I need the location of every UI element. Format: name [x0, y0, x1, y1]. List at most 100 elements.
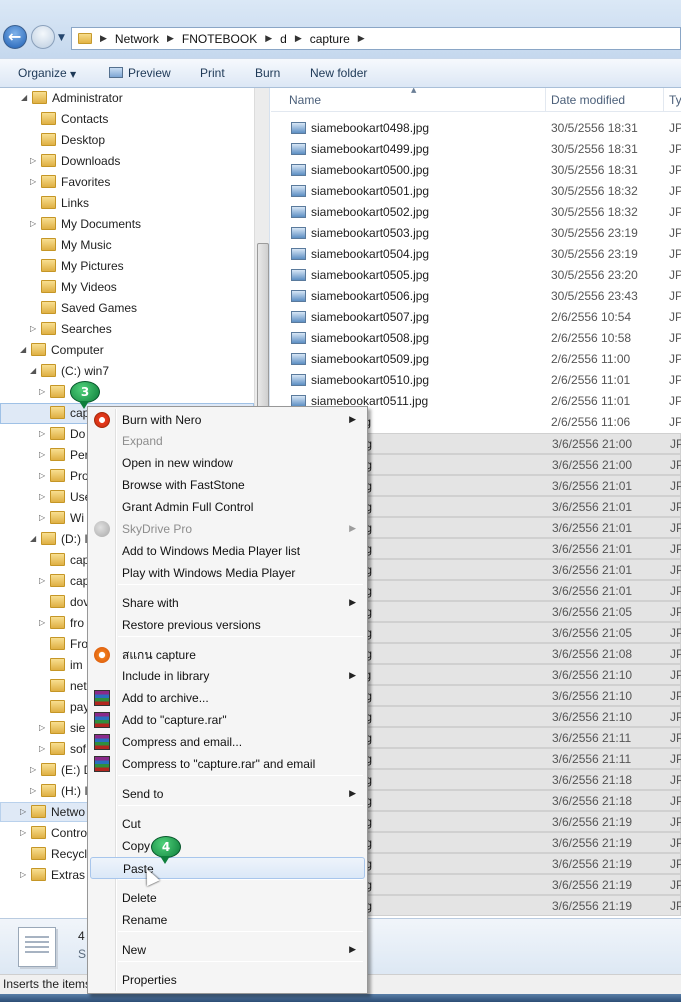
- menu-item-add-to-windows-media-player-list[interactable]: Add to Windows Media Player list: [90, 540, 365, 562]
- file-row[interactable]: siamebookart0500.jpg 30/5/2556 18:31 JP: [285, 160, 681, 181]
- nav-item-label: Recycl: [51, 847, 88, 861]
- expanded-arrow-icon[interactable]: ◢: [30, 361, 36, 381]
- print-button[interactable]: Print: [200, 66, 225, 80]
- file-row[interactable]: siamebookart0510.jpg 2/6/2556 11:01 JP: [285, 370, 681, 391]
- collapsed-arrow-icon[interactable]: ▷: [20, 823, 26, 843]
- menu-item-play-with-windows-media-player[interactable]: Play with Windows Media Player: [90, 562, 365, 584]
- menu-item-browse-with-faststone[interactable]: Browse with FastStone: [90, 474, 365, 496]
- nav-item[interactable]: Contacts: [0, 109, 254, 129]
- collapsed-arrow-icon[interactable]: ▷: [30, 760, 36, 780]
- nav-item[interactable]: ▷ Searches: [0, 319, 254, 339]
- menu-item-delete[interactable]: Delete: [90, 887, 365, 909]
- menu-item-add-to-archive[interactable]: Add to archive...: [90, 687, 365, 709]
- collapsed-arrow-icon[interactable]: ▷: [39, 571, 45, 591]
- back-button[interactable]: [3, 25, 27, 49]
- menu-item-cut[interactable]: Cut: [90, 813, 365, 835]
- menu-item-open-in-new-window[interactable]: Open in new window: [90, 452, 365, 474]
- menu-item-compress-to-capture-rar-and-email[interactable]: Compress to "capture.rar" and email: [90, 753, 365, 775]
- menu-item-send-to[interactable]: Send to ▶: [90, 783, 365, 805]
- collapsed-arrow-icon[interactable]: ▷: [30, 214, 36, 234]
- menu-item-properties[interactable]: Properties: [90, 969, 365, 991]
- file-row[interactable]: siamebookart0505.jpg 30/5/2556 23:20 JP: [285, 265, 681, 286]
- breadcrumb-d[interactable]: d: [280, 32, 287, 46]
- nav-item[interactable]: Saved Games: [0, 298, 254, 318]
- collapsed-arrow-icon[interactable]: ▷: [30, 319, 36, 339]
- nav-item[interactable]: ▷: [0, 382, 254, 402]
- nav-scrollbar-thumb[interactable]: [257, 243, 269, 433]
- breadcrumb-network[interactable]: Network: [115, 32, 159, 46]
- burn-button[interactable]: Burn: [255, 66, 280, 80]
- file-row[interactable]: siamebookart0502.jpg 30/5/2556 18:32 JP: [285, 202, 681, 223]
- breadcrumb-fnotebook[interactable]: FNOTEBOOK: [182, 32, 257, 46]
- nav-item[interactable]: My Music: [0, 235, 254, 255]
- collapsed-arrow-icon[interactable]: ▷: [39, 739, 45, 759]
- file-row[interactable]: siamebookart0504.jpg 30/5/2556 23:19 JP: [285, 244, 681, 265]
- collapsed-arrow-icon[interactable]: ▷: [39, 487, 45, 507]
- collapsed-arrow-icon[interactable]: ▷: [39, 424, 45, 444]
- collapsed-arrow-icon[interactable]: ▷: [20, 865, 26, 885]
- menu-item-paste[interactable]: Paste: [90, 857, 365, 879]
- file-row[interactable]: siamebookart0499.jpg 30/5/2556 18:31 JP: [285, 139, 681, 160]
- file-row[interactable]: siamebookart0501.jpg 30/5/2556 18:32 JP: [285, 181, 681, 202]
- nav-item[interactable]: ▷ My Documents: [0, 214, 254, 234]
- file-row[interactable]: siamebookart0503.jpg 30/5/2556 23:19 JP: [285, 223, 681, 244]
- menu-item-add-to-capture-rar[interactable]: Add to "capture.rar": [90, 709, 365, 731]
- preview-button[interactable]: Preview: [109, 66, 171, 80]
- address-path-box[interactable]: ▶ Network ▶ FNOTEBOOK ▶ d ▶ capture ▶: [71, 27, 681, 50]
- file-row[interactable]: siamebookart0507.jpg 2/6/2556 10:54 JP: [285, 307, 681, 328]
- collapsed-arrow-icon[interactable]: ▷: [39, 382, 45, 402]
- file-date-modified: 3/6/2556 21:19: [552, 815, 633, 829]
- collapsed-arrow-icon[interactable]: ▷: [39, 508, 45, 528]
- chevron-right-icon[interactable]: ▶: [265, 34, 272, 44]
- menu-item-restore-previous-versions[interactable]: Restore previous versions: [90, 614, 365, 636]
- collapsed-arrow-icon[interactable]: ▷: [39, 613, 45, 633]
- expanded-arrow-icon[interactable]: ◢: [20, 340, 26, 360]
- nav-item[interactable]: ▷ Favorites: [0, 172, 254, 192]
- chevron-right-icon[interactable]: ▶: [295, 34, 302, 44]
- collapsed-arrow-icon[interactable]: ▷: [20, 802, 26, 822]
- nav-item[interactable]: ◢ Computer: [0, 340, 254, 360]
- nav-item[interactable]: My Videos: [0, 277, 254, 297]
- expanded-arrow-icon[interactable]: ◢: [21, 88, 27, 108]
- expanded-arrow-icon[interactable]: ◢: [30, 529, 36, 549]
- menu-item-include-in-library[interactable]: Include in library ▶: [90, 665, 365, 687]
- nav-item[interactable]: Desktop: [0, 130, 254, 150]
- menu-item-rename[interactable]: Rename: [90, 909, 365, 931]
- menu-item-burn-with-nero[interactable]: Burn with Nero ▶: [90, 409, 365, 431]
- menu-item-grant-admin-full-control[interactable]: Grant Admin Full Control: [90, 496, 365, 518]
- collapsed-arrow-icon[interactable]: ▷: [30, 151, 36, 171]
- nav-item[interactable]: Links: [0, 193, 254, 213]
- menu-item-capture[interactable]: สแกน capture: [90, 644, 365, 666]
- file-row[interactable]: siamebookart0508.jpg 2/6/2556 10:58 JP: [285, 328, 681, 349]
- menu-item-copy[interactable]: Copy: [90, 835, 365, 857]
- breadcrumb-capture[interactable]: capture: [310, 32, 350, 46]
- nav-item[interactable]: ◢ Administrator: [0, 88, 254, 108]
- nav-item[interactable]: ▷ Downloads: [0, 151, 254, 171]
- nav-item[interactable]: My Pictures: [0, 256, 254, 276]
- column-divider[interactable]: [663, 88, 664, 112]
- chevron-right-icon[interactable]: ▶: [167, 34, 174, 44]
- column-header-type[interactable]: Ty: [669, 93, 681, 107]
- chevron-right-icon[interactable]: ▶: [358, 34, 365, 44]
- new-folder-button[interactable]: New folder: [310, 66, 367, 80]
- menu-item-share-with[interactable]: Share with ▶: [90, 592, 365, 614]
- collapsed-arrow-icon[interactable]: ▷: [39, 466, 45, 486]
- collapsed-arrow-icon[interactable]: ▷: [30, 781, 36, 801]
- file-row[interactable]: siamebookart0506.jpg 30/5/2556 23:43 JP: [285, 286, 681, 307]
- file-row[interactable]: siamebookart0509.jpg 2/6/2556 11:00 JP: [285, 349, 681, 370]
- column-header-date-modified[interactable]: Date modified: [551, 93, 625, 107]
- menu-item-new[interactable]: New ▶: [90, 939, 365, 961]
- collapsed-arrow-icon[interactable]: ▷: [39, 445, 45, 465]
- file-row[interactable]: siamebookart0498.jpg 30/5/2556 18:31 JP: [285, 118, 681, 139]
- column-header-name[interactable]: Name: [289, 93, 321, 107]
- menu-item-compress-and-email[interactable]: Compress and email...: [90, 731, 365, 753]
- organize-button[interactable]: Organize ▼: [18, 66, 76, 80]
- nav-item[interactable]: ◢ (C:) win7: [0, 361, 254, 381]
- collapsed-arrow-icon[interactable]: ▷: [39, 718, 45, 738]
- chevron-right-icon[interactable]: ▶: [100, 34, 107, 44]
- column-divider[interactable]: [545, 88, 546, 112]
- collapsed-arrow-icon[interactable]: ▷: [30, 172, 36, 192]
- recent-pages-dropdown-icon[interactable]: ▼: [58, 33, 65, 43]
- forward-button[interactable]: [31, 25, 55, 49]
- folder-icon: [50, 637, 65, 650]
